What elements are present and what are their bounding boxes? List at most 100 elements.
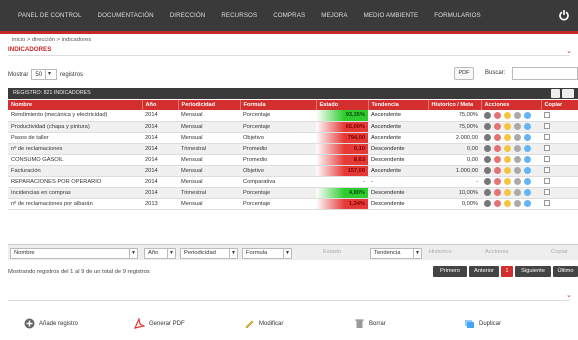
duplicate-icon[interactable] <box>524 156 531 163</box>
delete-button[interactable]: Borrar <box>354 318 386 329</box>
filter-anio[interactable]: Año ▼ <box>144 248 176 259</box>
copy-checkbox[interactable] <box>544 189 550 196</box>
delete-icon[interactable] <box>514 189 521 196</box>
nav-item[interactable]: DIRECCIÓN <box>162 12 214 19</box>
edit-icon[interactable] <box>504 123 511 130</box>
copy-checkbox[interactable] <box>544 123 550 130</box>
delete-icon[interactable] <box>514 156 521 163</box>
edit-icon[interactable] <box>504 167 511 174</box>
page-size-select[interactable]: 50 ▼ <box>31 69 58 80</box>
view-icon[interactable] <box>484 200 491 207</box>
pager-next[interactable]: Siguiente <box>515 266 551 277</box>
table-row[interactable]: Pasos de taller 2014 Mensual Objetivo 794,00… <box>8 132 578 144</box>
duplicate-icon[interactable] <box>524 178 531 185</box>
table-row[interactable]: REPARACIONES POR OPERARIO 2014 Mensual Comp… <box>8 176 578 188</box>
column-header[interactable]: Copiar <box>541 100 578 110</box>
delete-icon[interactable] <box>514 145 521 152</box>
filter-nombre[interactable]: Nombre ▼ <box>10 248 138 259</box>
table-row[interactable]: nº de reclamaciones 2014 Trimestral Promedi… <box>8 143 578 155</box>
pager-current[interactable]: 1 <box>501 266 513 277</box>
column-header[interactable]: Año <box>142 100 179 110</box>
delete-icon[interactable] <box>514 178 521 185</box>
breadcrumb[interactable]: inicio > dirección > indicadores <box>12 37 91 43</box>
copy-checkbox[interactable] <box>544 200 550 207</box>
copy-checkbox[interactable] <box>544 112 550 118</box>
nav-item[interactable]: FORMULARIOS <box>426 12 488 19</box>
pdf-icon[interactable] <box>494 111 501 119</box>
duplicate-icon[interactable] <box>524 200 531 207</box>
view-icon[interactable] <box>484 111 491 119</box>
view-icon[interactable] <box>484 156 491 163</box>
edit-button[interactable]: Modificar <box>244 318 283 329</box>
table-row[interactable]: Productividad (chapa y pintura) 2014 Mensu… <box>8 121 578 133</box>
add-record-button[interactable]: Añade registro <box>24 318 78 329</box>
table-row[interactable]: Rendimiento (mecánica y electricidad) 201… <box>8 110 578 122</box>
pdf-icon[interactable] <box>494 167 501 174</box>
column-header[interactable]: Estado <box>316 100 369 110</box>
delete-icon[interactable] <box>514 111 521 119</box>
pager-first[interactable]: Primero <box>433 266 467 277</box>
duplicate-icon[interactable] <box>524 111 531 119</box>
delete-icon[interactable] <box>514 200 521 207</box>
edit-icon[interactable] <box>504 189 511 196</box>
column-header[interactable]: Periodicidad <box>178 100 241 110</box>
copy-checkbox[interactable] <box>544 167 550 174</box>
duplicate-icon[interactable] <box>524 134 531 141</box>
column-header[interactable]: Nombre <box>8 100 143 110</box>
filter-formula[interactable]: Formula ▼ <box>242 248 292 259</box>
table-row[interactable]: Facturación 2014 Mensual Objetivo 157,00 Asce… <box>8 165 578 177</box>
nav-item[interactable]: MEDIO AMBIENTE <box>356 12 427 19</box>
chevron-down-icon[interactable]: ⌄ <box>566 47 572 55</box>
power-icon[interactable] <box>558 9 570 21</box>
edit-icon[interactable] <box>504 178 511 185</box>
copy-checkbox[interactable] <box>544 156 550 163</box>
edit-icon[interactable] <box>504 111 511 119</box>
pdf-icon[interactable] <box>494 178 501 185</box>
edit-icon[interactable] <box>504 156 511 163</box>
nav-item[interactable]: MEJORA <box>313 12 355 19</box>
pdf-button[interactable]: PDF <box>454 67 474 80</box>
duplicate-icon[interactable] <box>524 189 531 196</box>
nav-item[interactable]: RECURSOS <box>213 12 265 19</box>
table-row[interactable]: Incidencias en compras 2014 Trimestral Porc… <box>8 187 578 199</box>
view-icon[interactable] <box>484 134 491 141</box>
search-input[interactable] <box>512 67 578 80</box>
view-icon[interactable] <box>484 123 491 130</box>
pdf-icon[interactable] <box>494 200 501 207</box>
pager-last[interactable]: Último <box>553 266 578 277</box>
duplicate-icon[interactable] <box>524 145 531 152</box>
filter-periodicidad[interactable]: Periodicidad ▼ <box>180 248 238 259</box>
filter-tendencia[interactable]: Tendencia ▼ <box>370 248 422 259</box>
view-icon[interactable] <box>484 167 491 174</box>
chevron-down-icon[interactable]: ⌄ <box>566 291 572 299</box>
pdf-icon[interactable] <box>494 123 501 130</box>
nav-item[interactable]: PANEL DE CONTROL <box>10 12 90 19</box>
column-header[interactable]: Formula <box>240 100 317 110</box>
column-toggle-icon[interactable] <box>562 89 574 98</box>
column-header[interactable]: Acciones <box>481 100 542 110</box>
delete-icon[interactable] <box>514 167 521 174</box>
pager-prev[interactable]: Anterior <box>469 266 499 277</box>
table-row[interactable]: nº de reclamaciones por albarán 2013 Mensu… <box>8 198 578 210</box>
edit-icon[interactable] <box>504 200 511 207</box>
print-icon[interactable] <box>551 89 560 98</box>
column-header[interactable]: Tendencia <box>368 100 429 110</box>
table-row[interactable]: CONSUMO GASOIL 2014 Mensual Promedio 8,63 Des… <box>8 154 578 166</box>
view-icon[interactable] <box>484 145 491 152</box>
pdf-icon[interactable] <box>494 189 501 196</box>
delete-icon[interactable] <box>514 134 521 141</box>
duplicate-icon[interactable] <box>524 167 531 174</box>
copy-checkbox[interactable] <box>544 178 550 185</box>
duplicate-icon[interactable] <box>524 123 531 130</box>
copy-checkbox[interactable] <box>544 145 550 152</box>
edit-icon[interactable] <box>504 134 511 141</box>
pdf-icon[interactable] <box>494 134 501 141</box>
nav-item[interactable]: DOCUMENTACIÓN <box>90 12 162 19</box>
view-icon[interactable] <box>484 189 491 196</box>
delete-icon[interactable] <box>514 123 521 130</box>
generate-pdf-button[interactable]: Generar PDF <box>134 318 185 329</box>
edit-icon[interactable] <box>504 145 511 152</box>
view-icon[interactable] <box>484 178 491 185</box>
duplicate-button[interactable]: Duplicar <box>464 318 501 329</box>
nav-item[interactable]: COMPRAS <box>265 12 313 19</box>
